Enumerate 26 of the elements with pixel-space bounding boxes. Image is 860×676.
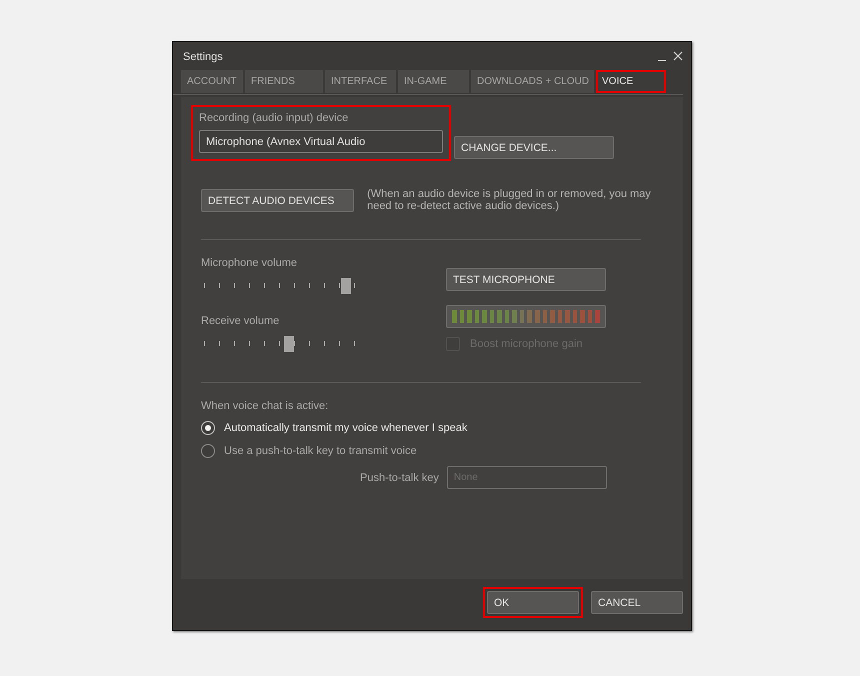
detect-button[interactable]: DETECT AUDIO DEVICES — [201, 189, 354, 212]
close-icon[interactable] — [673, 51, 683, 61]
radio-icon[interactable] — [201, 444, 215, 458]
radio-icon[interactable] — [201, 420, 215, 434]
slider-thumb[interactable] — [340, 278, 350, 294]
field-label: Recording (audio input) device — [199, 112, 350, 124]
section-label: When voice chat is active: — [201, 400, 330, 412]
slider-thumb[interactable] — [284, 336, 294, 352]
dialog-button[interactable]: OK — [487, 591, 579, 614]
field-label: Push-to-talk key — [360, 472, 439, 484]
tab[interactable]: FRIENDS — [245, 70, 323, 93]
tab[interactable]: IN-GAME — [398, 70, 469, 93]
window-title: Settings — [183, 51, 224, 63]
radio-option[interactable]: Use a push-to-talk key to transmit voice — [201, 439, 417, 462]
hint-text: (When an audio device is plugged in or removed, you may need to re-detect active audio devices.) — [367, 188, 652, 212]
slider-label: Microphone volume — [201, 257, 298, 269]
slider-label: Receive volume — [201, 315, 280, 327]
tab[interactable]: DOWNLOADS + CLOUD — [471, 70, 594, 93]
radio-option[interactable]: Automatically transmit my voice whenever I speak — [201, 416, 468, 439]
tab[interactable]: ACCOUNT — [181, 70, 243, 93]
tab[interactable]: INTERFACE — [325, 70, 396, 93]
device-field[interactable]: Microphone (Avnex Virtual Audio — [199, 130, 443, 153]
dialog-button[interactable]: CANCEL — [591, 591, 683, 614]
tab[interactable]: VOICE — [596, 70, 666, 93]
change-device-button[interactable]: CHANGE DEVICE... — [454, 136, 614, 159]
test-microphone-button[interactable]: TEST MICROPHONE — [446, 268, 606, 291]
